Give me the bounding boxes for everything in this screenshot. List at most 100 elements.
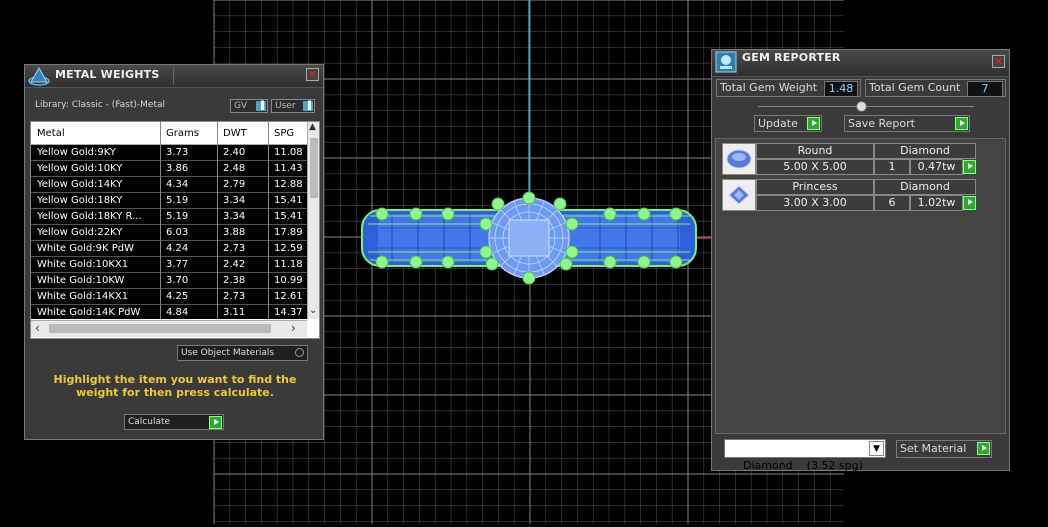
- column-header-dwt[interactable]: DWT: [223, 128, 247, 139]
- save-report-label: Save Report: [848, 117, 915, 130]
- table-row[interactable]: Yellow Gold:10KY 3.86 2.48 11.43: [31, 161, 307, 177]
- cell-grams: 4.24: [166, 243, 189, 254]
- total-count-label: Total Gem Count: [869, 81, 961, 94]
- gem-count: 6: [874, 195, 910, 211]
- table-row[interactable]: White Gold:14K PdW 4.84 3.11 14.37: [31, 305, 307, 319]
- gem-shape: Round: [756, 143, 874, 159]
- play-arrow-icon: [955, 117, 968, 130]
- metal-weights-titlebar[interactable]: METAL WEIGHTS ✕: [25, 65, 323, 88]
- save-report-button[interactable]: Save Report: [844, 115, 970, 132]
- user-toggle-label: User: [275, 101, 296, 111]
- calculate-button[interactable]: Calculate: [124, 414, 224, 430]
- total-gem-weight-field: Total Gem Weight 1.48: [716, 79, 861, 97]
- table-row[interactable]: Yellow Gold:22KY 6.03 3.88 17.89: [31, 225, 307, 241]
- update-label: Update: [758, 117, 798, 130]
- scrollbar-thumb[interactable]: [310, 138, 318, 198]
- close-button[interactable]: ✕: [992, 55, 1005, 68]
- cell-spg: 11.08: [274, 147, 303, 158]
- table-row[interactable]: White Gold:9K PdW 4.24 2.73 12.59: [31, 241, 307, 257]
- column-header-grams[interactable]: Grams: [166, 128, 199, 139]
- gem-count: 1: [874, 159, 910, 175]
- set-material-button[interactable]: Set Material: [896, 440, 992, 458]
- cell-spg: 14.37: [274, 307, 303, 318]
- set-material-label: Set Material: [900, 442, 967, 455]
- scroll-right-icon[interactable]: ›: [291, 321, 296, 335]
- column-header-metal[interactable]: Metal: [37, 128, 65, 139]
- vertical-scrollbar[interactable]: ▲ ⌄: [307, 122, 319, 319]
- play-arrow-icon: [209, 416, 222, 429]
- close-button[interactable]: ✕: [306, 68, 319, 81]
- cell-grams: 3.77: [166, 259, 189, 270]
- chevron-down-icon[interactable]: ▼: [869, 441, 884, 456]
- close-icon[interactable]: ✕: [994, 55, 1003, 68]
- slider-knob-icon[interactable]: [856, 101, 867, 112]
- user-toggle[interactable]: User ▐: [271, 99, 315, 113]
- metal-weights-panel: METAL WEIGHTS ✕ Library: Classic - (Fast…: [24, 64, 324, 440]
- gem-reporter-titlebar[interactable]: GEM REPORTER ✕: [712, 50, 1009, 77]
- gem-shape: Princess: [756, 179, 874, 195]
- gv-toggle[interactable]: GV ▐: [230, 99, 268, 113]
- play-arrow-icon[interactable]: [963, 196, 976, 210]
- ring-model[interactable]: [361, 191, 697, 285]
- material-select-value: Diamond (3.52 spg): [743, 459, 863, 472]
- cell-metal: White Gold:10KX1: [37, 259, 129, 270]
- table-row[interactable]: White Gold:10KX1 3.77 2.42 11.18: [31, 257, 307, 273]
- table-header: Metal Grams DWT SPG: [31, 122, 307, 145]
- gem-row[interactable]: Round Diamond 5.00 X 5.00 1 0.47tw: [720, 143, 982, 175]
- gem-material: Diamond: [874, 143, 976, 159]
- cell-spg: 11.18: [274, 259, 303, 270]
- cell-dwt: 2.42: [223, 259, 246, 270]
- cell-spg: 12.59: [274, 243, 303, 254]
- panel-title: GEM REPORTER: [742, 51, 841, 64]
- gem-list: Round Diamond 5.00 X 5.00 1 0.47tw Princess Di…: [715, 138, 1006, 434]
- scroll-up-icon[interactable]: ▲: [309, 122, 316, 132]
- cell-metal: White Gold:10KW: [37, 275, 125, 286]
- table-row[interactable]: White Gold:14KX1 4.25 2.73 12.61: [31, 289, 307, 305]
- table-row[interactable]: White Gold:10KW 3.70 2.38 10.99: [31, 273, 307, 289]
- gem-total-weight: 1.02tw: [910, 195, 963, 211]
- gem-material: Diamond: [874, 179, 976, 195]
- play-arrow-icon[interactable]: [963, 160, 976, 174]
- cell-metal: White Gold:14KX1: [37, 291, 129, 302]
- cell-grams: 3.86: [166, 163, 189, 174]
- cell-spg: 12.88: [274, 179, 303, 190]
- cell-spg: 15.41: [274, 211, 303, 222]
- cell-spg: 11.43: [274, 163, 303, 174]
- gem-size: 5.00 X 5.00: [756, 159, 874, 175]
- column-header-spg[interactable]: SPG: [274, 128, 294, 139]
- metal-table[interactable]: Metal Grams DWT SPG Yellow Gold:9KY 3.73 2…: [30, 121, 320, 339]
- play-arrow-icon: [977, 442, 990, 455]
- total-count-value: 7: [967, 81, 1003, 97]
- cell-spg: 10.99: [274, 275, 303, 286]
- cell-spg: 12.61: [274, 291, 303, 302]
- princess-diamond-icon: [722, 179, 756, 211]
- play-arrow-icon: [807, 117, 820, 130]
- gem-reporter-logo-icon: [715, 51, 737, 73]
- panel-title: METAL WEIGHTS: [55, 68, 160, 81]
- h-scrollbar-thumb[interactable]: [49, 324, 271, 333]
- close-icon[interactable]: ✕: [308, 68, 317, 81]
- gem-row[interactable]: Princess Diamond 3.00 X 3.00 6 1.02tw: [720, 179, 982, 211]
- table-row[interactable]: Yellow Gold:18KY 5.19 3.34 15.41: [31, 193, 307, 209]
- table-row[interactable]: Yellow Gold:14KY 4.34 2.79 12.88: [31, 177, 307, 193]
- scroll-down-icon[interactable]: ⌄: [309, 305, 317, 316]
- total-weight-value: 1.48: [824, 81, 858, 97]
- calculate-label: Calculate: [128, 417, 171, 427]
- table-row[interactable]: Yellow Gold:9KY 3.73 2.40 11.08: [31, 145, 307, 161]
- use-object-materials-label: Use Object Materials: [181, 348, 275, 358]
- cell-dwt: 2.73: [223, 291, 246, 302]
- table-row[interactable]: Yellow Gold:18KY R... 5.19 3.34 15.41: [31, 209, 307, 225]
- total-gem-count-field: Total Gem Count 7: [865, 79, 1006, 97]
- toggle-indicator-icon: ▐: [303, 101, 313, 111]
- scroll-left-icon[interactable]: ‹: [35, 321, 40, 335]
- library-label: Library: Classic - (Fast)-Metal: [35, 100, 166, 110]
- use-object-materials-checkbox[interactable]: Use Object Materials: [177, 345, 308, 361]
- gem-reporter-panel: GEM REPORTER ✕ Total Gem Weight 1.48 Tot…: [711, 49, 1010, 472]
- metal-weights-logo-icon: [28, 66, 50, 86]
- cell-metal: Yellow Gold:22KY: [37, 227, 123, 238]
- material-select[interactable]: Diamond (3.52 spg) ▼: [724, 439, 886, 472]
- update-button[interactable]: Update: [754, 115, 822, 132]
- cell-metal: White Gold:9K PdW: [37, 243, 134, 254]
- horizontal-scrollbar[interactable]: ‹ ›: [31, 320, 307, 337]
- cell-dwt: 2.40: [223, 147, 246, 158]
